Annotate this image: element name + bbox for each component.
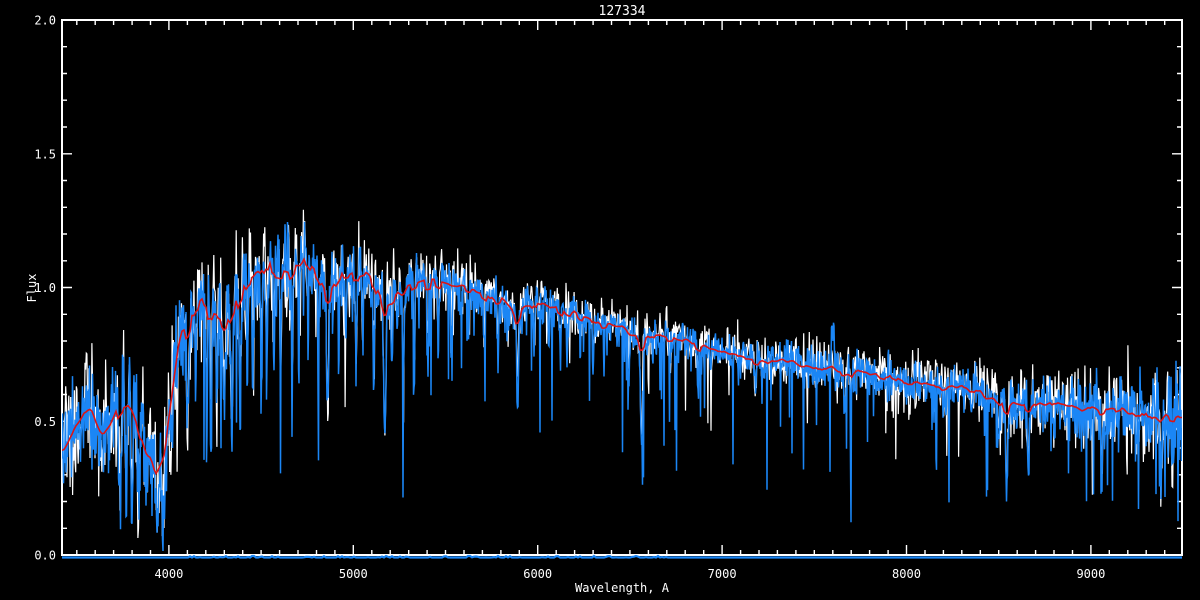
axes: 4000 5000 6000 7000 8000 90000.00.51.01.52.0: [34, 14, 1183, 581]
error-spectrum-line: [62, 554, 1182, 559]
overlays: [62, 554, 1182, 559]
observed-spectrum-blue: [62, 221, 1182, 552]
spectrum-figure: 4000 5000 6000 7000 8000 9000 0.0 0.5 1.0 1.5 2.0 …: [0, 0, 1200, 600]
x-tick-label: 5000: [339, 567, 368, 581]
x-tick-label: 4000: [154, 567, 183, 581]
tick-marks: [62, 19, 1182, 556]
y-axis-label: Flux: [25, 274, 39, 303]
y-tick-label: 2.0: [34, 14, 56, 28]
x-tick-label: 7000: [708, 567, 737, 581]
y-tick-label: 0.0: [34, 549, 56, 563]
y-tick-label: 1.5: [34, 147, 56, 161]
y-tick-label: 0.5: [34, 415, 56, 429]
x-tick-label: 9000: [1076, 567, 1105, 581]
x-tick-label: 6000: [523, 567, 552, 581]
x-axis-label: Wavelength, A: [575, 581, 670, 595]
plot-box: [61, 19, 1183, 556]
plot-title: 127334: [599, 4, 646, 19]
x-tick-label: 8000: [892, 567, 921, 581]
spectrum-chart: 4000 5000 6000 7000 8000 90000.00.51.01.52.0 …: [25, 4, 1183, 595]
spectra-series: [62, 209, 1182, 552]
